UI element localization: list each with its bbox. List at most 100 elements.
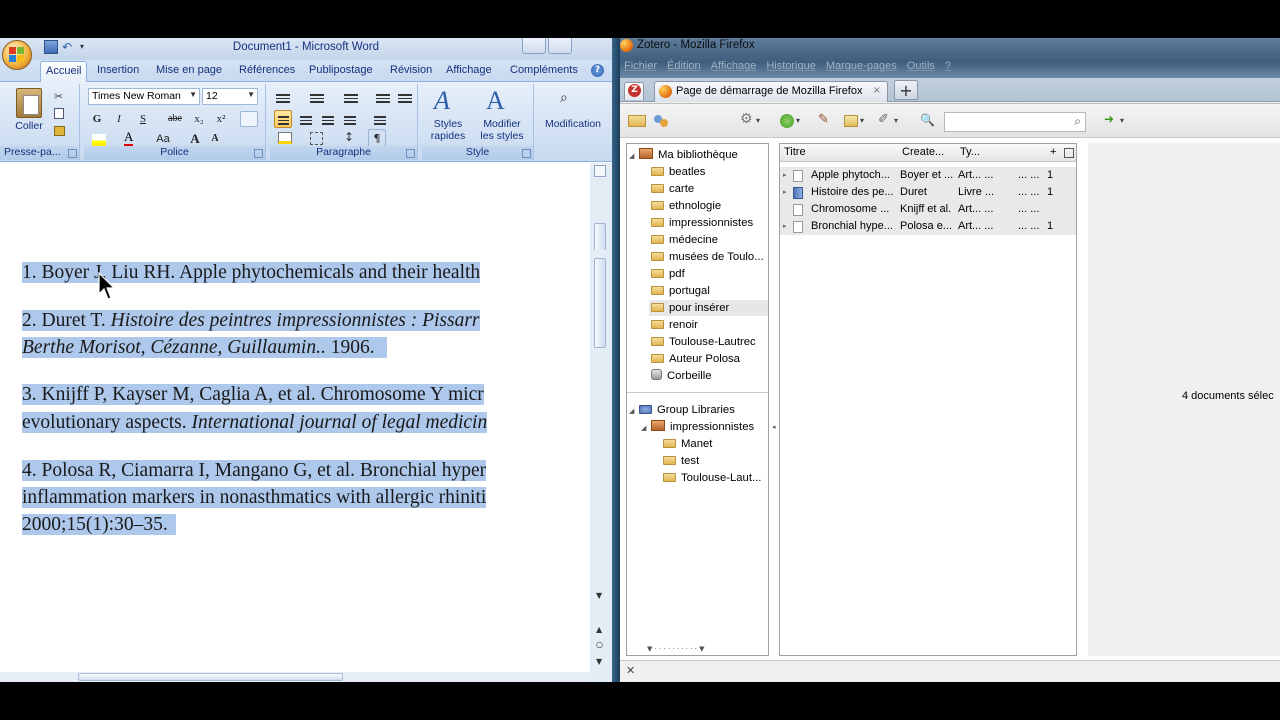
- tab-publipostage[interactable]: Publipostage: [309, 64, 373, 76]
- expanded-twisty-icon[interactable]: ◢: [641, 421, 649, 437]
- menu-fichier[interactable]: Fichier: [620, 59, 663, 77]
- italic-button[interactable]: I: [110, 110, 128, 128]
- minimize-button[interactable]: [522, 38, 546, 54]
- clear-formatting-icon[interactable]: [240, 111, 258, 127]
- new-item-icon[interactable]: [780, 114, 794, 128]
- justify-icon[interactable]: [344, 114, 356, 127]
- group-libraries[interactable]: ◢ Group Libraries: [629, 402, 735, 418]
- menu-historique[interactable]: Historique: [762, 59, 822, 77]
- tab-mise-en-page[interactable]: Mise en page: [156, 64, 222, 76]
- collapsed-twisty-icon[interactable]: ▸: [783, 167, 787, 184]
- chevron-down-icon[interactable]: ▾: [894, 116, 912, 132]
- align-center-icon[interactable]: [300, 114, 312, 127]
- show-formatting-button[interactable]: ¶: [368, 129, 386, 147]
- collection-pdf[interactable]: pdf: [651, 266, 685, 282]
- tab-references[interactable]: Références: [239, 64, 295, 76]
- search-mode-icon[interactable]: 🔍: [920, 113, 938, 129]
- reference-3[interactable]: 3. Knijff P, Kayser M, Caglia A, et al. …: [22, 381, 484, 408]
- collection-pour-inserer[interactable]: pour insérer: [649, 300, 768, 316]
- collection-portugal[interactable]: portugal: [651, 283, 710, 299]
- change-styles-label[interactable]: Modifier les styles: [474, 118, 530, 142]
- tab-start-page[interactable]: Page de démarrage de Mozilla Firefox ×: [654, 81, 888, 102]
- font-dialog-launcher[interactable]: [254, 149, 263, 158]
- expanded-twisty-icon[interactable]: ◢: [629, 404, 637, 420]
- bold-button[interactable]: G: [88, 110, 106, 128]
- collection-medecine[interactable]: médecine: [651, 232, 718, 248]
- reference-2[interactable]: 2. Duret T. Histoire des peintres impres…: [22, 307, 480, 334]
- group-collection-manet[interactable]: Manet: [663, 436, 712, 452]
- chevron-down-icon[interactable]: ▾: [860, 116, 878, 132]
- line-spacing-icon[interactable]: [374, 114, 386, 127]
- decrease-indent-icon[interactable]: [376, 92, 390, 105]
- column-add[interactable]: +: [1050, 146, 1056, 158]
- column-picker-icon[interactable]: [1064, 148, 1074, 158]
- expanded-twisty-icon[interactable]: ◢: [629, 149, 637, 165]
- close-zotero-icon[interactable]: ✕: [626, 664, 635, 677]
- collection-musees[interactable]: musées de Toulo...: [651, 249, 764, 265]
- align-left-button[interactable]: [274, 110, 292, 128]
- change-styles-icon[interactable]: A: [486, 86, 505, 116]
- numbering-icon[interactable]: [310, 92, 324, 105]
- previous-page-icon[interactable]: ▲: [596, 625, 602, 634]
- collection-toulouse-lautrec[interactable]: Toulouse-Lautrec: [651, 334, 756, 350]
- paste-icon[interactable]: [16, 88, 42, 118]
- pane-splitter[interactable]: ◂: [769, 143, 779, 656]
- superscript-button[interactable]: x²: [212, 110, 230, 128]
- menu-edition[interactable]: Édition: [663, 59, 707, 77]
- collection-renoir[interactable]: renoir: [651, 317, 698, 333]
- multilevel-list-icon[interactable]: [344, 92, 358, 105]
- new-group-icon[interactable]: [654, 113, 670, 129]
- highlight-color-icon[interactable]: [92, 134, 106, 146]
- scroll-down-arrow-icon[interactable]: ▼: [596, 591, 602, 600]
- borders-icon[interactable]: [310, 132, 323, 145]
- collection-ethnologie[interactable]: ethnologie: [651, 198, 721, 214]
- next-page-icon[interactable]: ▼: [596, 657, 602, 666]
- firefox-logo-icon[interactable]: [620, 39, 633, 52]
- group-collection-toulouse-lautrec[interactable]: Toulouse-Laut...: [663, 470, 761, 486]
- quick-styles-label[interactable]: Styles rapides: [426, 118, 470, 142]
- saved-search-auteur-polosa[interactable]: Auteur Polosa: [651, 351, 740, 367]
- underline-button[interactable]: S: [134, 110, 152, 128]
- maximize-button[interactable]: [548, 38, 572, 54]
- quick-styles-icon[interactable]: A: [434, 86, 450, 116]
- paste-label[interactable]: Coller: [8, 120, 50, 132]
- format-painter-icon[interactable]: [54, 126, 65, 136]
- font-color-icon[interactable]: A: [124, 130, 134, 147]
- menu-outils[interactable]: Outils: [903, 59, 941, 77]
- collection-impressionnistes[interactable]: impressionnistes: [651, 215, 753, 231]
- font-name-combo[interactable]: Times New Roman ▼: [88, 88, 200, 105]
- vertical-scroll-thumb-overlay[interactable]: [594, 258, 606, 348]
- collapsed-twisty-icon[interactable]: ▸: [783, 218, 787, 235]
- close-tab-icon[interactable]: ×: [873, 85, 881, 96]
- styles-dialog-launcher[interactable]: [522, 149, 531, 158]
- reference-4-cont[interactable]: inflammation markers in nonasthmatics wi…: [22, 484, 487, 511]
- collapsed-twisty-icon[interactable]: ▸: [783, 184, 787, 201]
- reference-1[interactable]: 1. Boyer J, Liu RH. Apple phytochemicals…: [22, 259, 481, 286]
- sort-icon[interactable]: ↕: [344, 130, 354, 144]
- collection-beatles[interactable]: beatles: [651, 164, 705, 180]
- reference-2-cont[interactable]: Berthe Morisot, Cézanne, Guillaumin.. 19…: [22, 334, 387, 361]
- my-library[interactable]: ◢ Ma bibliothèque: [629, 147, 738, 163]
- menu-affichage[interactable]: Affichage: [707, 59, 763, 77]
- chevron-down-icon[interactable]: ▾: [796, 116, 814, 132]
- collapse-pane-icon[interactable]: ◂: [772, 423, 776, 431]
- reference-3-cont[interactable]: evolutionary aspects. International jour…: [22, 409, 488, 436]
- search-input[interactable]: ⌕: [944, 112, 1086, 132]
- increase-indent-icon[interactable]: [398, 92, 412, 105]
- horizontal-scrollbar[interactable]: [0, 672, 590, 682]
- copy-icon[interactable]: [54, 108, 64, 119]
- new-tab-button[interactable]: +: [894, 80, 918, 100]
- paragraph-dialog-launcher[interactable]: [406, 149, 415, 158]
- group-impressionnistes[interactable]: ◢ impressionnistes: [641, 419, 754, 435]
- font-size-combo[interactable]: 12 ▼: [202, 88, 258, 105]
- tab-revision[interactable]: Révision: [390, 64, 432, 76]
- collection-carte[interactable]: carte: [651, 181, 694, 197]
- browse-object-icon[interactable]: ○: [596, 640, 603, 649]
- reference-4[interactable]: 4. Polosa R, Ciamarra I, Mangano G, et a…: [22, 457, 487, 484]
- table-row[interactable]: ▸ Bronchial hype... Polosa e... Art... .…: [780, 218, 1076, 235]
- table-row[interactable]: Chromosome ... Knijff et al. Art... ... …: [780, 201, 1076, 218]
- zotero-app-tab[interactable]: Z: [624, 82, 644, 100]
- tab-insertion[interactable]: Insertion: [97, 64, 139, 76]
- column-creator[interactable]: Create...: [902, 146, 944, 158]
- tab-affichage[interactable]: Affichage: [446, 64, 492, 76]
